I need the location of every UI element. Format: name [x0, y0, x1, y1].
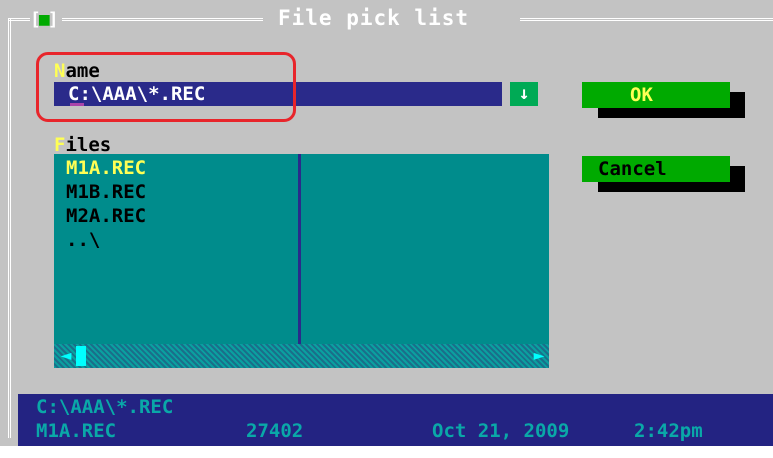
history-dropdown-button[interactable]: ↓	[510, 82, 538, 106]
ok-button-label: OK	[630, 84, 653, 106]
file-pick-dialog: [■] File pick list Name C:\AAA\*.REC ↓ O…	[0, 0, 773, 446]
status-time: 2:42pm	[634, 420, 703, 442]
cancel-button-label: Cancel	[598, 158, 667, 180]
status-path: C:\AAA\*.REC	[36, 396, 174, 418]
files-label-hotkey: F	[54, 134, 66, 156]
files-label: Files	[54, 134, 111, 156]
column-divider	[298, 154, 301, 344]
arrow-down-icon: ↓	[518, 83, 530, 104]
close-button[interactable]: [■]	[30, 9, 62, 31]
status-panel: C:\AAA\*.REC M1A.REC 27402 Oct 21, 2009 …	[18, 394, 773, 446]
close-icon: ■	[38, 9, 50, 30]
status-file-size: 27402	[246, 420, 304, 442]
scroll-right-icon[interactable]: ►	[529, 344, 549, 368]
close-bracket-right: ]	[47, 9, 59, 30]
status-file-name: M1A.REC	[36, 420, 117, 442]
horizontal-scrollbar[interactable]: ◄ ►	[54, 344, 549, 368]
list-item-parent-dir[interactable]: ..\	[66, 228, 100, 252]
scroll-thumb[interactable]	[76, 346, 86, 366]
scroll-left-icon[interactable]: ◄	[56, 344, 76, 368]
files-label-rest: iles	[65, 134, 112, 156]
close-bracket-left: [	[30, 9, 41, 30]
list-item[interactable]: M1B.REC	[66, 180, 146, 204]
status-date: Oct 21, 2009	[432, 420, 570, 442]
list-item[interactable]: M1A.REC	[66, 156, 146, 180]
frame-left	[8, 18, 11, 438]
annotation-highlight	[36, 52, 296, 122]
frame-top-right	[520, 18, 773, 21]
dialog-title: File pick list	[270, 4, 478, 32]
ok-button[interactable]: OK	[582, 82, 730, 108]
list-item[interactable]: M2A.REC	[66, 204, 146, 228]
cancel-button[interactable]: Cancel	[582, 156, 730, 182]
files-list[interactable]: M1A.REC M1B.REC M2A.REC ..\	[54, 154, 549, 344]
